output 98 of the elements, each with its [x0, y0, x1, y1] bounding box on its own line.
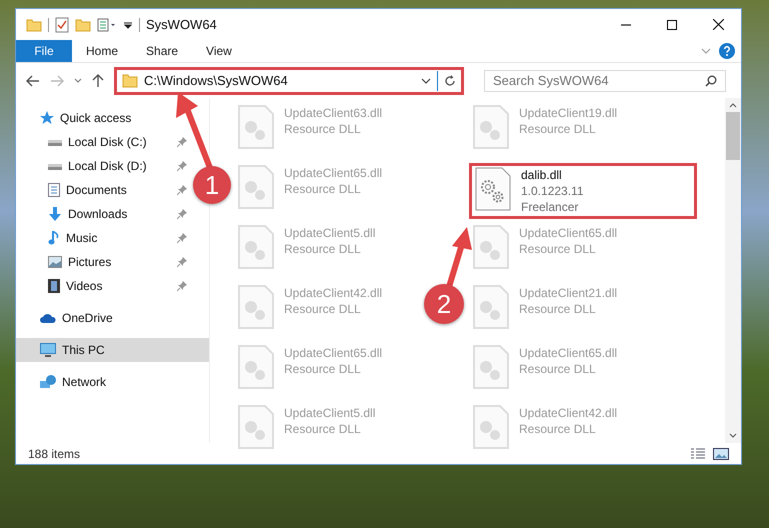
file-icon — [473, 285, 509, 329]
checklist-icon[interactable] — [55, 16, 69, 32]
file-icon — [473, 105, 509, 149]
file-name: dalib.dll — [521, 167, 563, 183]
file-detail: 1.0.1223.11 — [521, 183, 584, 199]
properties-icon[interactable] — [97, 18, 117, 32]
thumbnail-view-icon[interactable] — [713, 448, 729, 460]
nav-item[interactable]: Music — [16, 226, 104, 250]
close-icon — [712, 19, 724, 30]
nav-item[interactable]: Pictures — [16, 250, 118, 274]
drive-icon — [48, 137, 62, 147]
file-icon — [238, 225, 274, 269]
cloud-icon — [40, 313, 56, 323]
expand-ribbon-icon[interactable] — [701, 48, 711, 54]
nav-item[interactable]: Local Disk (D:) — [16, 154, 153, 178]
dropdown-caret-icon[interactable] — [421, 78, 431, 84]
file-name: UpdateClient5.dll — [284, 225, 376, 241]
file-detail: Resource DLL — [519, 421, 597, 437]
help-icon[interactable] — [719, 43, 735, 59]
file-icon — [238, 105, 274, 149]
file-detail: Resource DLL — [284, 361, 362, 377]
file-icon — [473, 225, 509, 269]
file-icon — [238, 405, 274, 449]
nav-item[interactable]: Network — [16, 370, 112, 394]
file-icon — [238, 345, 274, 389]
file-detail: Resource DLL — [519, 121, 597, 137]
folder-icon — [26, 18, 42, 32]
details-view-icon[interactable] — [691, 448, 705, 460]
nav-item[interactable]: Documents — [16, 178, 133, 202]
pin-icon[interactable] — [177, 161, 187, 171]
back-arrow-icon[interactable] — [26, 74, 40, 86]
window-title: SysWOW64 — [146, 17, 217, 32]
file-name: UpdateClient42.dll — [519, 405, 618, 421]
file-name: UpdateClient65.dll — [284, 165, 382, 181]
star-icon — [40, 111, 54, 125]
pin-icon[interactable] — [177, 137, 187, 147]
ribbon-tab[interactable]: File — [16, 40, 72, 62]
file-name: UpdateClient63.dll — [284, 105, 382, 121]
network-icon — [40, 375, 56, 389]
drive-icon — [48, 161, 62, 171]
nav-item[interactable]: Downloads — [16, 202, 134, 226]
file-detail: Resource DLL — [519, 241, 597, 257]
ribbon-tab[interactable]: Share — [132, 40, 192, 62]
file-detail: Resource DLL — [284, 121, 362, 137]
film-icon — [48, 279, 60, 293]
scroll-up-icon[interactable] — [729, 103, 737, 108]
scroll-down-icon[interactable] — [729, 433, 737, 438]
file-icon — [238, 285, 274, 329]
nav-item[interactable]: Videos — [16, 274, 108, 298]
picture-icon — [48, 256, 62, 268]
music-note-icon — [48, 231, 60, 245]
annotation-arrow — [446, 227, 472, 288]
computer-icon — [40, 343, 56, 357]
scrollbar[interactable] — [725, 98, 741, 443]
document-icon — [48, 183, 60, 197]
file-icon — [473, 405, 509, 449]
search-icon[interactable] — [705, 74, 717, 86]
file-name: UpdateClient65.dll — [519, 225, 618, 241]
file-name: UpdateClient19.dll — [519, 105, 618, 121]
nav-item[interactable]: Local Disk (C:) — [16, 130, 153, 154]
item-count: 188 items — [28, 446, 80, 460]
search-field[interactable]: Search SysWOW64 — [484, 70, 726, 92]
file-item[interactable]: dalib.dll 1.0.1223.11 Freelancer — [469, 163, 697, 219]
dropdown-caret-icon[interactable] — [123, 20, 133, 30]
pin-icon[interactable] — [177, 233, 187, 243]
ribbon-tab[interactable]: Home — [72, 40, 132, 62]
scroll-thumb[interactable] — [726, 112, 740, 160]
ribbon-tab[interactable]: View — [192, 40, 246, 62]
file-name: UpdateClient5.dll — [284, 405, 376, 421]
file-icon — [473, 345, 509, 389]
folder-icon — [122, 74, 138, 88]
address-bar[interactable]: C:\Windows\SysWOW64 — [114, 66, 464, 94]
file-detail: Resource DLL — [284, 421, 362, 437]
gear-file-icon — [475, 167, 511, 211]
address-path: C:\Windows\SysWOW64 — [144, 73, 289, 88]
pin-icon[interactable] — [177, 209, 187, 219]
file-detail: Freelancer — [521, 199, 580, 215]
nav-item[interactable]: This PC — [16, 338, 209, 362]
file-detail: Resource DLL — [519, 301, 597, 317]
maximize-icon — [667, 20, 677, 30]
pin-icon[interactable] — [177, 257, 187, 267]
file-name: UpdateClient65.dll — [284, 345, 382, 361]
nav-item[interactable]: Quick access — [16, 106, 138, 130]
up-arrow-icon[interactable] — [92, 74, 104, 88]
file-detail: Resource DLL — [284, 181, 362, 197]
file-detail: Resource DLL — [519, 361, 597, 377]
file-name: UpdateClient21.dll — [519, 285, 618, 301]
file-name: UpdateClient65.dll — [519, 345, 618, 361]
file-detail: Resource DLL — [284, 241, 362, 257]
pin-icon[interactable] — [177, 185, 187, 195]
refresh-icon[interactable] — [444, 74, 456, 86]
nav-item[interactable]: OneDrive — [16, 306, 119, 330]
file-detail: Resource DLL — [284, 301, 362, 317]
pin-icon[interactable] — [177, 281, 187, 291]
file-name: UpdateClient42.dll — [284, 285, 382, 301]
recent-caret-icon[interactable] — [74, 78, 82, 84]
download-arrow-icon — [48, 207, 62, 221]
file-icon — [238, 165, 274, 209]
